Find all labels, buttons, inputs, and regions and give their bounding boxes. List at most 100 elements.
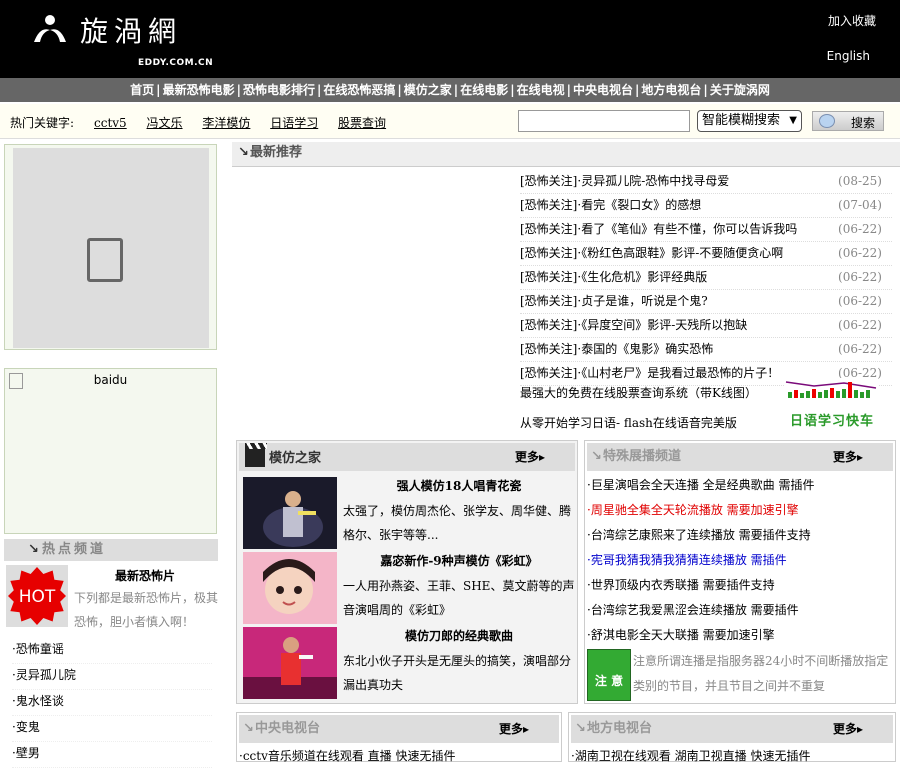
japanese-learning-logo[interactable]: 日语学习快车: [790, 410, 874, 429]
news-row[interactable]: [恐怖关注]·看了《笔仙》有些不懂，你可以告诉我吗 (06-22): [520, 218, 892, 242]
magnifier-icon: [819, 114, 835, 128]
news-title[interactable]: ·灵异孤儿院-恐怖中找寻母爱: [577, 174, 729, 188]
search-input[interactable]: [518, 110, 690, 132]
list-item[interactable]: ·变鬼: [12, 716, 212, 742]
cctv-more-link[interactable]: 更多▸: [499, 715, 529, 743]
list-item[interactable]: ·宪哥我猜我猜我猜猜连续播放 需插件: [587, 548, 893, 573]
local-more-link[interactable]: 更多▸: [833, 715, 863, 743]
broken-image-placeholder: [13, 148, 209, 348]
stock-chart-icon[interactable]: [784, 378, 878, 398]
nav-item-online-tv[interactable]: 在线电视: [517, 83, 565, 97]
news-title[interactable]: ·看了《笔仙》有些不懂，你可以告诉我吗: [577, 222, 797, 236]
list-item[interactable]: ·鬼水怪谈: [12, 690, 212, 716]
news-category[interactable]: [恐怖关注]: [520, 270, 577, 284]
search-button-label: 搜索: [851, 116, 876, 130]
search-mode-select[interactable]: 智能模糊搜索 ▼: [697, 110, 802, 132]
news-category[interactable]: [恐怖关注]: [520, 366, 577, 380]
notice-badge: 注 意: [587, 649, 631, 701]
imitation-item-title[interactable]: 嘉宓新作-9种声模仿《彩虹》: [345, 552, 573, 569]
imitation-title: 模仿之家: [269, 451, 322, 466]
notice-badge-text: 注 意: [594, 674, 624, 688]
news-row[interactable]: [恐怖关注]·看完《裂口女》的感想 (07-04): [520, 194, 892, 218]
imitation-item-title[interactable]: 强人模仿18人唱青花瓷: [345, 477, 573, 494]
news-title[interactable]: ·贞子是谁，听说是个鬼?: [577, 294, 707, 308]
imitation-item[interactable]: 嘉宓新作-9种声模仿《彩虹》 一人用孙燕姿、王菲、SHE、莫文蔚等的声音演唱周的…: [243, 552, 575, 626]
video-thumbnail[interactable]: [243, 552, 337, 624]
hot-keywords: cctv5 冯文乐 李洋模仿 日语学习 股票查询: [94, 114, 402, 131]
news-category[interactable]: [恐怖关注]: [520, 294, 577, 308]
main-nav: 首页 | 最新恐怖电影 | 恐怖电影排行 | 在线恐怖恶搞 | 模仿之家 | 在线电影 | 在线电视 | 中…: [0, 78, 900, 102]
news-row[interactable]: [恐怖关注]·贞子是谁，听说是个鬼? (06-22): [520, 290, 892, 314]
list-item[interactable]: ·壁男: [12, 742, 212, 768]
news-date: (06-22): [838, 270, 882, 284]
imitation-panel: 模仿之家 更多▸ 强人模仿18人唱青花瓷 太强了，模仿周杰伦、张学友、周华健、腾…: [236, 440, 578, 704]
nav-item-imitation[interactable]: 模仿之家: [404, 83, 452, 97]
recommend-news-list: [恐怖关注]·灵异孤儿院-恐怖中找寻母爱 (08-25) [恐怖关注]·看完《裂口…: [520, 170, 892, 386]
list-item[interactable]: ·周星驰全集全天轮流播放 需要加速引擎: [587, 498, 893, 523]
news-title[interactable]: ·《生化危机》影评经典版: [577, 270, 707, 284]
stock-promo-link[interactable]: 最强大的免费在线股票查询系统（带K线图）: [520, 384, 757, 401]
list-item[interactable]: ·巨星演唱会全天连播 全是经典歌曲 需插件: [587, 473, 893, 498]
news-row[interactable]: [恐怖关注]·《生化危机》影评经典版 (06-22): [520, 266, 892, 290]
news-date: (06-22): [838, 342, 882, 356]
special-more-link[interactable]: 更多▸: [833, 443, 863, 471]
video-thumbnail[interactable]: [243, 627, 337, 699]
japanese-promo-link[interactable]: 从零开始学习日语- flash在线语音完美版: [520, 414, 737, 431]
nav-item-new-horror[interactable]: 最新恐怖电影: [163, 83, 235, 97]
imitation-item[interactable]: 模仿刀郎的经典歌曲 东北小伙子开头是无厘头的搞笑，演唱部分漏出真功夫: [243, 627, 575, 701]
imitation-more-link[interactable]: 更多▸: [515, 443, 545, 471]
news-category[interactable]: [恐怖关注]: [520, 222, 577, 236]
special-broadcast-panel: ↘ 特殊展播频道 更多▸ ·巨星演唱会全天连播 全是经典歌曲 需插件 ·周星驰全…: [584, 440, 896, 704]
cctv-header: ↘ 中央电视台 更多▸: [239, 715, 559, 743]
more-label: 更多: [832, 722, 857, 736]
news-title[interactable]: ·《粉红色高跟鞋》影评-不要随便贪心啊: [577, 246, 783, 260]
triangle-right-icon: ▸: [522, 722, 529, 736]
nav-item-online-movie[interactable]: 在线电影: [460, 83, 508, 97]
arrow-down-right-icon: ↘: [243, 721, 254, 736]
recommend-title: 最新推荐: [250, 145, 303, 160]
news-row[interactable]: [恐怖关注]·《异度空间》影评-天残所以抱缺 (06-22): [520, 314, 892, 338]
news-title[interactable]: ·《异度空间》影评-天残所以抱缺: [577, 318, 747, 332]
news-row[interactable]: [恐怖关注]·泰国的《鬼影》确实恐怖 (06-22): [520, 338, 892, 362]
hot-section-title[interactable]: 最新恐怖片: [74, 567, 216, 584]
news-title[interactable]: ·看完《裂口女》的感想: [577, 198, 701, 212]
english-link[interactable]: English: [827, 49, 870, 63]
keyword-link[interactable]: 冯文乐: [147, 116, 183, 130]
baidu-ad-box[interactable]: baidu: [4, 368, 217, 534]
news-category[interactable]: [恐怖关注]: [520, 174, 577, 188]
nav-item-horror-rank[interactable]: 恐怖电影排行: [243, 83, 315, 97]
list-item[interactable]: ·台湾综艺康熙来了连续播放 需要插件支持: [587, 523, 893, 548]
nav-item-home[interactable]: 首页: [130, 83, 154, 97]
add-favorite-link[interactable]: 加入收藏: [828, 12, 876, 29]
news-category[interactable]: [恐怖关注]: [520, 198, 577, 212]
imitation-item-title[interactable]: 模仿刀郎的经典歌曲: [345, 627, 573, 644]
list-item[interactable]: ·世界顶级内衣秀联播 需要插件支持: [587, 573, 893, 598]
news-title[interactable]: ·《山村老尸》是我看过最恐怖的片子！: [577, 366, 779, 380]
news-category[interactable]: [恐怖关注]: [520, 342, 577, 356]
search-button[interactable]: 搜索: [812, 111, 884, 131]
news-row[interactable]: [恐怖关注]·灵异孤儿院-恐怖中找寻母爱 (08-25): [520, 170, 892, 194]
list-item[interactable]: ·舒淇电影全天大联播 需要加速引擎: [587, 623, 893, 648]
video-thumbnail[interactable]: [243, 477, 337, 549]
keyword-link[interactable]: 日语学习: [270, 116, 318, 130]
nav-item-cctv[interactable]: 中央电视台: [573, 83, 633, 97]
imitation-item[interactable]: 强人模仿18人唱青花瓷 太强了，模仿周杰伦、张学友、周华健、腾格尔、张宇等等..…: [243, 477, 575, 551]
arrow-down-right-icon: ↘: [575, 721, 586, 736]
broken-document-icon: [87, 238, 123, 282]
keyword-link[interactable]: 李洋模仿: [202, 116, 250, 130]
news-date: (07-04): [838, 198, 882, 212]
news-category[interactable]: [恐怖关注]: [520, 318, 577, 332]
list-item[interactable]: ·恐怖童谣: [12, 638, 212, 664]
imitation-item-desc: 一人用孙燕姿、王菲、SHE、莫文蔚等的声音演唱周的《彩虹》: [343, 579, 575, 617]
news-category[interactable]: [恐怖关注]: [520, 246, 577, 260]
keyword-link[interactable]: 股票查询: [338, 116, 386, 130]
keyword-link[interactable]: cctv5: [94, 116, 127, 130]
list-item[interactable]: ·台湾综艺我爱黑涩会连续播放 需要插件: [587, 598, 893, 623]
nav-item-local-tv[interactable]: 地方电视台: [641, 83, 701, 97]
nav-item-online-spoof[interactable]: 在线恐怖恶搞: [323, 83, 395, 97]
special-broadcast-list: ·巨星演唱会全天连播 全是经典歌曲 需插件 ·周星驰全集全天轮流播放 需要加速引…: [587, 473, 893, 648]
list-item[interactable]: ·灵异孤儿院: [12, 664, 212, 690]
news-title[interactable]: ·泰国的《鬼影》确实恐怖: [577, 342, 713, 356]
news-row[interactable]: [恐怖关注]·《粉红色高跟鞋》影评-不要随便贪心啊 (06-22): [520, 242, 892, 266]
nav-item-about[interactable]: 关于旋涡网: [710, 83, 770, 97]
